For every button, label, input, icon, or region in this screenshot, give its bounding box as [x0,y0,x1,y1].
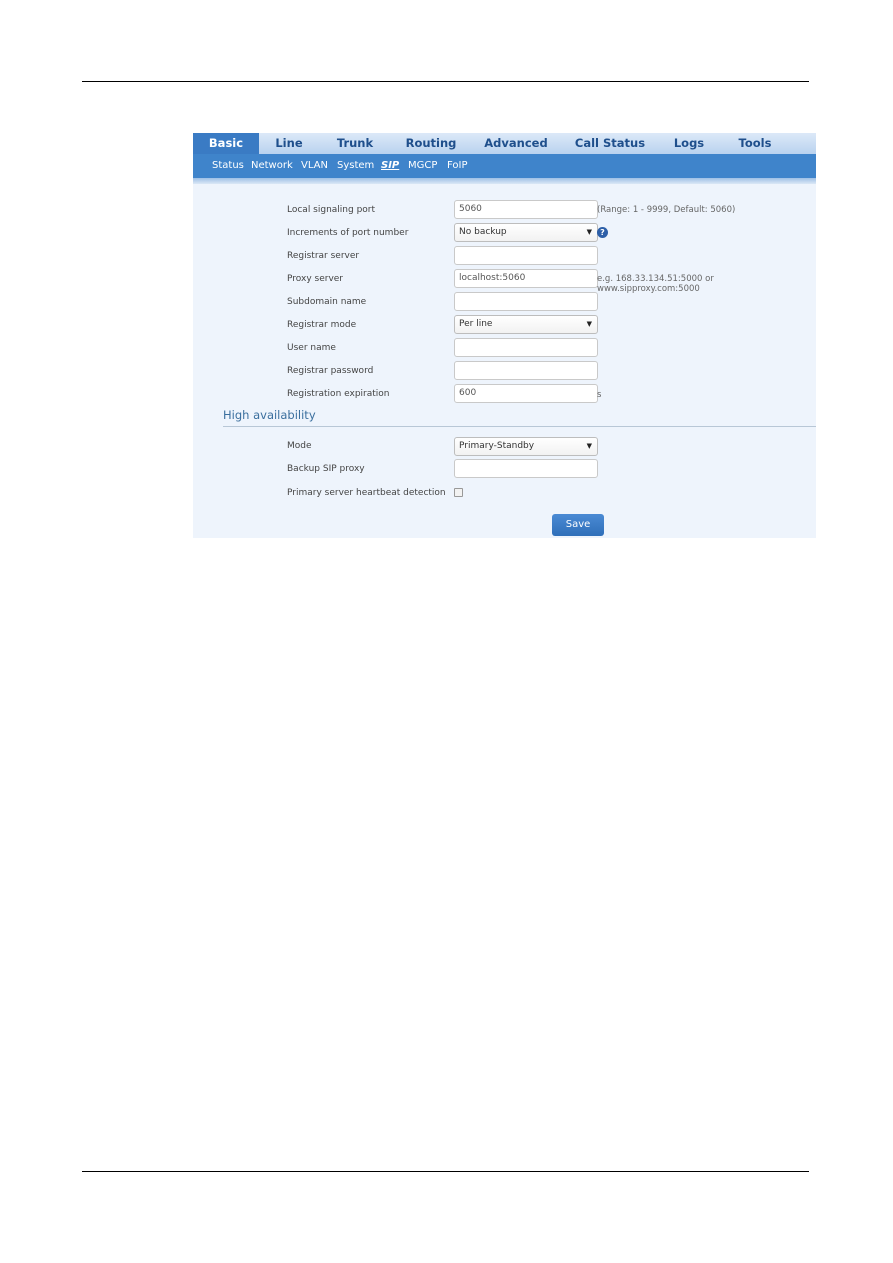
registration-expiration-label: Registration expiration [287,389,390,399]
tab-call-status[interactable]: Call Status [573,133,647,154]
user-name-input[interactable] [454,338,598,357]
tab-tools[interactable]: Tools [729,133,781,154]
subtab-foip[interactable]: FoIP [447,154,468,178]
nav-divider [193,178,816,184]
heartbeat-detection-label: Primary server heartbeat detection [287,488,446,498]
tab-trunk[interactable]: Trunk [323,133,387,154]
proxy-server-input[interactable]: localhost:5060 [454,269,598,288]
proxy-server-hint: e.g. 168.33.134.51:5000 or www.sipproxy.… [597,274,714,294]
sip-settings-panel: Basic Line Trunk Routing Advanced Call S… [193,133,816,538]
registration-expiration-unit: s [597,390,602,400]
sub-nav: Status Network VLAN System SIP MGCP FoIP [193,154,816,178]
chevron-down-icon: ▼ [586,442,592,450]
registrar-password-input[interactable] [454,361,598,380]
subtab-system[interactable]: System [337,154,374,178]
subtab-mgcp[interactable]: MGCP [408,154,437,178]
registration-expiration-input[interactable]: 600 [454,384,598,403]
registrar-server-input[interactable] [454,246,598,265]
tab-advanced[interactable]: Advanced [480,133,552,154]
increments-of-port-number-select[interactable]: No backup ▼ [454,223,598,242]
user-name-label: User name [287,343,336,353]
section-divider [223,426,816,427]
subtab-network[interactable]: Network [251,154,293,178]
heartbeat-detection-checkbox[interactable] [454,488,463,497]
page-footer-rule [82,1171,809,1172]
subtab-vlan[interactable]: VLAN [301,154,328,178]
mode-select[interactable]: Primary-Standby ▼ [454,437,598,456]
mode-value: Primary-Standby [459,441,535,451]
backup-sip-proxy-label: Backup SIP proxy [287,464,365,474]
high-availability-heading: High availability [223,408,316,422]
tab-routing[interactable]: Routing [398,133,464,154]
help-icon[interactable]: ? [597,227,608,238]
subtab-status[interactable]: Status [212,154,244,178]
registrar-mode-select[interactable]: Per line ▼ [454,315,598,334]
chevron-down-icon: ▼ [586,320,592,328]
local-signaling-port-input[interactable]: 5060 [454,200,598,219]
tab-line[interactable]: Line [259,133,319,154]
save-button[interactable]: Save [552,514,604,536]
main-nav: Basic Line Trunk Routing Advanced Call S… [193,133,816,154]
subtab-sip[interactable]: SIP [381,154,399,178]
increments-of-port-number-value: No backup [459,227,507,237]
registrar-mode-label: Registrar mode [287,320,357,330]
registrar-server-label: Registrar server [287,251,360,261]
increments-of-port-number-label: Increments of port number [287,228,409,238]
subdomain-name-input[interactable] [454,292,598,311]
proxy-server-label: Proxy server [287,274,344,284]
registrar-mode-value: Per line [459,319,493,329]
tab-basic[interactable]: Basic [193,133,259,154]
tab-logs[interactable]: Logs [663,133,715,154]
subdomain-name-label: Subdomain name [287,297,367,307]
backup-sip-proxy-input[interactable] [454,459,598,478]
chevron-down-icon: ▼ [586,228,592,236]
local-signaling-port-hint: (Range: 1 - 9999, Default: 5060) [597,205,736,215]
local-signaling-port-label: Local signaling port [287,205,376,215]
mode-label: Mode [287,441,312,451]
page-header-rule [82,81,809,82]
registrar-password-label: Registrar password [287,366,374,376]
